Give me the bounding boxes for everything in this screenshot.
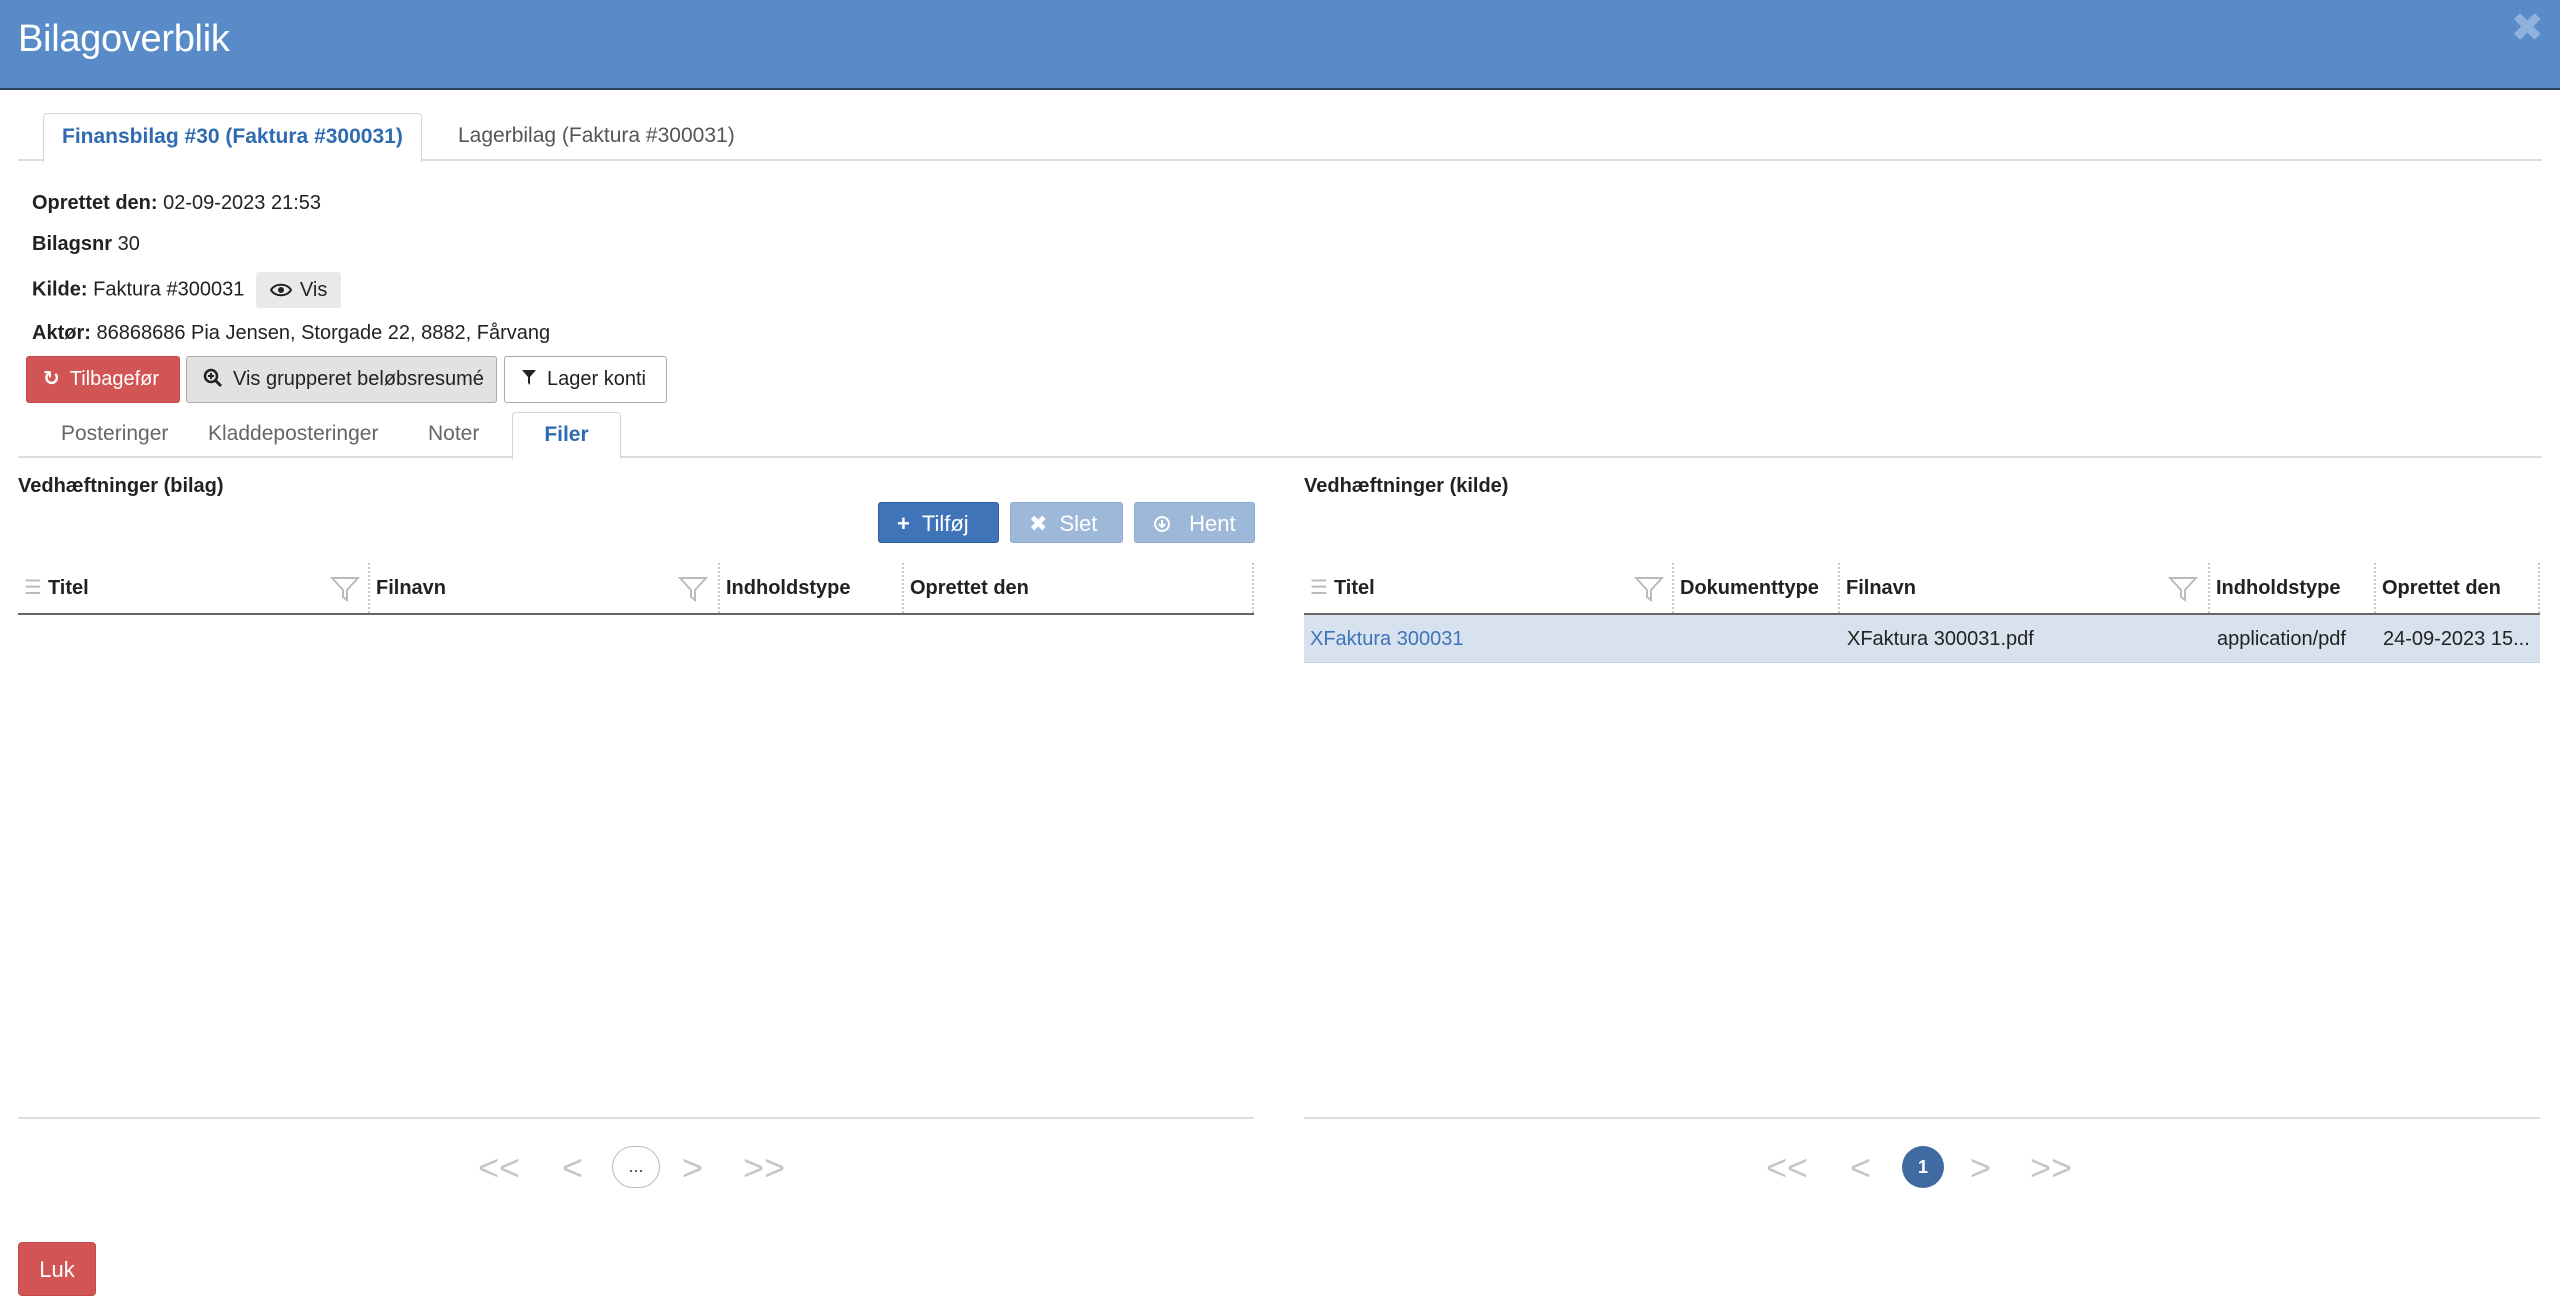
col-titel-label: Titel [47,577,89,599]
filter-icon [521,357,537,402]
tab-filer[interactable]: Filer [512,412,621,460]
right-panel-title: Vedhæftninger (kilde) [1304,475,1509,497]
pager-next[interactable]: > [682,1146,703,1190]
tilbagefor-label: Tilbagefør [69,368,160,390]
lager-konti-button[interactable]: Lager konti [504,356,667,403]
pager-first[interactable]: << [478,1146,520,1190]
pager-page[interactable]: 1 [1902,1146,1944,1188]
row-oprettet: 24-09-2023 15... [2383,628,2530,650]
lager-konti-label: Lager konti [547,368,646,390]
filter-icon[interactable] [2168,575,2198,603]
undo-icon: ↻ [43,368,60,390]
filter-icon[interactable] [330,575,360,603]
right-pager: << < 1 > >> [1766,1146,2086,1190]
col-indholdstype[interactable]: Indholdstype [720,563,904,613]
dialog-header: Bilagoverblik ✖ [0,0,2560,90]
left-panel-title: Vedhæftninger (bilag) [18,475,224,497]
download-icon [1153,511,1177,536]
pager-first[interactable]: << [1766,1146,1808,1190]
filter-icon[interactable] [1634,575,1664,603]
pager-page[interactable]: ... [612,1146,660,1188]
slet-button[interactable]: ✖ Slet [1010,502,1123,543]
tab-lagerbilag[interactable]: Lagerbilag (Faktura #300031) [440,113,753,161]
bilagsnr-value: 30 [117,233,140,255]
tab-kladdeposteringer[interactable]: Kladdeposteringer [188,412,398,458]
tilfoj-button[interactable]: + Tilføj [878,502,999,543]
right-grid-bottom [1304,1117,2540,1119]
right-grid-header: ☰ Titel Dokumenttype Filnavn Indholdstype… [1304,563,2540,615]
vis-label: Vis [299,279,328,301]
zoom-icon [203,357,223,402]
vis-button[interactable]: Vis [255,272,342,308]
aktor-value: 86868686 Pia Jensen, Storgade 22, 8882, … [96,322,551,344]
tab-finansbilag[interactable]: Finansbilag #30 (Faktura #300031) [43,113,422,163]
col-titel[interactable]: ☰ Titel [1304,563,1674,613]
tab-posteringer[interactable]: Posteringer [41,412,188,458]
kilde-label: Kilde: [32,278,88,301]
col-filnavn[interactable]: Filnavn [370,563,720,613]
dialog-title: Bilagoverblik [18,18,230,60]
row-titel-link[interactable]: XFaktura 300031 [1310,615,1670,663]
bilagsnr-label: Bilagsnr [32,233,113,255]
col-filnavn[interactable]: Filnavn [1840,563,2210,613]
table-row[interactable]: XFaktura 300031 XFaktura 300031.pdf appl… [1304,615,2540,663]
row-indholdstype: application/pdf [2217,628,2346,650]
created-value: 02-09-2023 21:53 [163,192,322,214]
pager-prev[interactable]: < [562,1146,583,1190]
kilde-value: Faktura #300031 [93,278,245,301]
vis-grupperet-label: Vis grupperet beløbsresumé [233,368,484,390]
col-dokumenttype[interactable]: Dokumenttype [1674,563,1840,613]
left-grid-bottom [18,1117,1254,1119]
col-indholdstype[interactable]: Indholdstype [2210,563,2376,613]
aktor-line: Aktør: 86868686 Pia Jensen, Storgade 22,… [32,322,550,345]
pager-prev[interactable]: < [1850,1146,1871,1190]
col-titel-label: Titel [1333,577,1375,599]
created-line: Oprettet den: 02-09-2023 21:53 [32,192,321,215]
hent-button[interactable]: Hent [1134,502,1255,543]
col-titel[interactable]: ☰ Titel [18,563,370,613]
pager-last[interactable]: >> [743,1146,785,1190]
aktor-label: Aktør: [32,322,91,344]
tab-noter[interactable]: Noter [408,412,499,458]
kilde-line: Kilde: Faktura #300031 Vis [32,272,342,308]
close-icon[interactable]: ✖ [2510,8,2544,48]
left-grid-header: ☰ Titel Filnavn Indholdstype Oprettet den [18,563,1254,615]
sub-tabs: Posteringer Kladdeposteringer Noter File… [18,412,2542,460]
col-oprettet-den[interactable]: Oprettet den [2376,563,2540,613]
row-dokumenttype [1680,615,1840,663]
hent-label: Hent [1189,511,1236,536]
column-menu-icon: ☰ [24,577,42,599]
row-filnavn: XFaktura 300031.pdf [1847,628,2034,650]
pager-next[interactable]: > [1970,1146,1991,1190]
bilagsnr-line: Bilagsnr 30 [32,233,140,256]
filter-icon[interactable] [678,575,708,603]
luk-button[interactable]: Luk [18,1242,96,1296]
main-tabs: Finansbilag #30 (Faktura #300031) Lagerb… [18,113,2542,163]
slet-label: Slet [1059,511,1098,536]
eye-icon [269,283,293,297]
created-label: Oprettet den: [32,192,158,214]
col-filnavn-label: Filnavn [376,577,447,599]
col-filnavn-label: Filnavn [1846,577,1917,599]
pager-last[interactable]: >> [2030,1146,2072,1190]
plus-icon: + [897,511,910,536]
close-icon: ✖ [1029,511,1048,536]
column-menu-icon: ☰ [1310,577,1328,599]
col-oprettet-den[interactable]: Oprettet den [904,563,1254,613]
vis-grupperet-button[interactable]: Vis grupperet beløbsresumé [186,356,497,403]
left-pager: << < ... > >> [478,1146,798,1190]
tilfoj-label: Tilføj [921,511,969,536]
tilbagefor-button[interactable]: ↻ Tilbagefør [26,356,180,403]
